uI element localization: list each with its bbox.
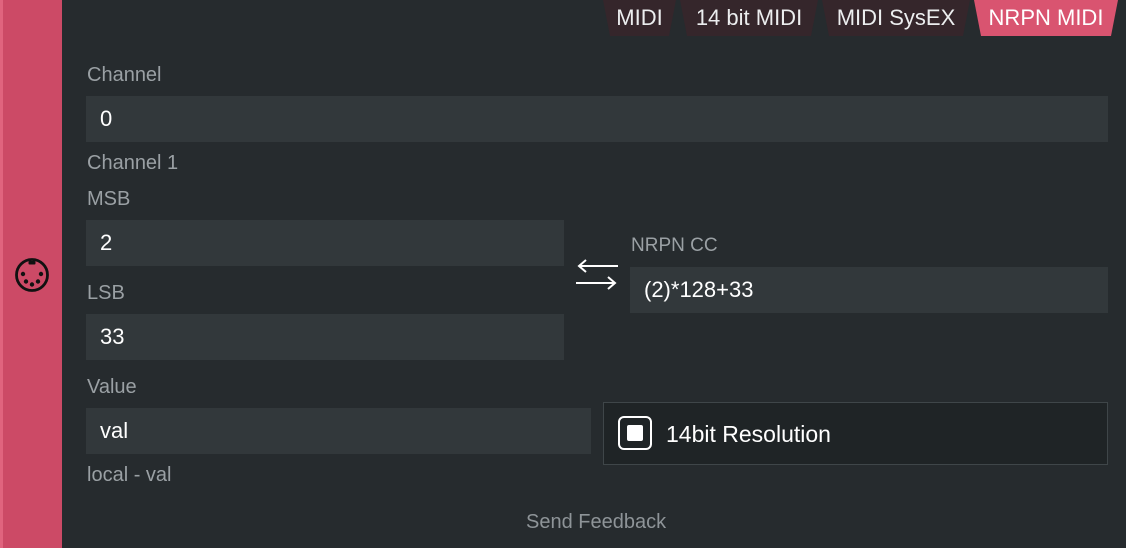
swap-arrows-icon[interactable] — [574, 256, 620, 292]
msb-label: MSB — [87, 188, 131, 210]
channel-hint: Channel 1 — [87, 152, 179, 174]
resolution-toggle[interactable]: 14bit Resolution — [603, 402, 1108, 465]
channel-label: Channel — [87, 64, 162, 86]
sidebar-edge — [0, 0, 3, 548]
value-label: Value — [87, 376, 137, 398]
sidebar — [0, 0, 62, 548]
nrpn-cc-label: NRPN CC — [631, 235, 718, 256]
value-hint: local - val — [87, 464, 172, 486]
tab-midi-sysex[interactable]: MIDI SysEX — [822, 0, 970, 36]
send-feedback-button[interactable]: Send Feedback — [526, 511, 666, 534]
tab-nrpn-midi[interactable]: NRPN MIDI — [974, 0, 1118, 36]
checkbox-check-mark — [627, 425, 643, 441]
value-field[interactable]: val — [86, 408, 591, 454]
resolution-checkbox[interactable] — [618, 416, 652, 450]
nrpn-cc-field[interactable]: (2)*128+33 — [630, 267, 1108, 313]
midi-connector-icon[interactable] — [14, 257, 50, 293]
tab-14-bit-midi[interactable]: 14 bit MIDI — [680, 0, 818, 36]
lsb-label: LSB — [87, 282, 125, 304]
lsb-field[interactable]: 33 — [86, 314, 564, 360]
resolution-label: 14bit Resolution — [666, 421, 831, 447]
channel-field[interactable]: 0 — [86, 96, 1108, 142]
tab-midi[interactable]: MIDI — [603, 0, 676, 36]
msb-field[interactable]: 2 — [86, 220, 564, 266]
